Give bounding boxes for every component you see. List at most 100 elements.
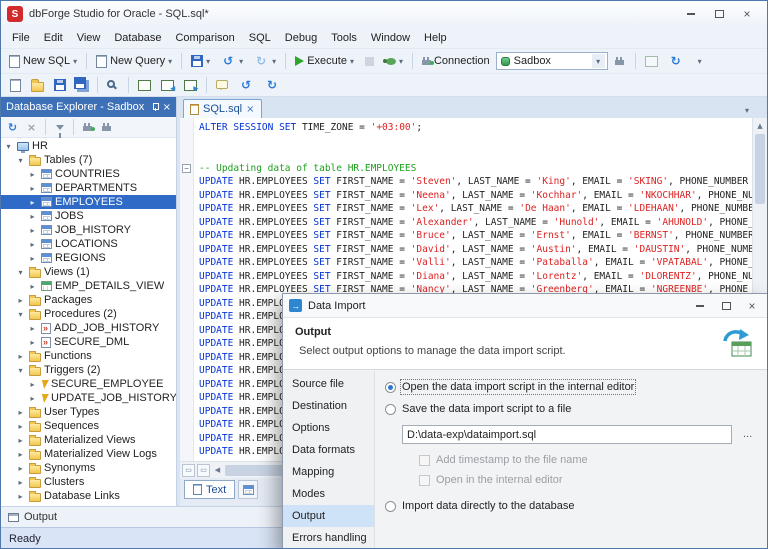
save-all-button[interactable]	[72, 75, 92, 95]
expand-icon[interactable]: ▸	[27, 240, 38, 249]
filter-button[interactable]	[51, 119, 68, 138]
collapse-icon[interactable]: ▾	[15, 310, 26, 319]
tree-node-triggers-2[interactable]: ▾ Triggers (2)	[1, 363, 176, 377]
dialog-nav-data-formats[interactable]: Data formats	[283, 439, 374, 461]
menu-window[interactable]: Window	[364, 29, 417, 47]
tree-node-database-links[interactable]: ▸ Database Links	[1, 489, 176, 503]
menu-view[interactable]: View	[70, 29, 108, 47]
expand-icon[interactable]: ▸	[15, 478, 26, 487]
connection-combobox[interactable]: Sadbox ▾	[495, 52, 608, 70]
expand-icon[interactable]: ▸	[27, 394, 38, 403]
connect-button[interactable]	[79, 119, 96, 136]
radio-save-to-file[interactable]: Save the data import script to a file	[385, 403, 758, 415]
view-switcher-tab[interactable]	[238, 480, 259, 499]
radio-icon[interactable]	[385, 403, 396, 415]
tab-sql-sql[interactable]: SQL.sql ×	[183, 99, 262, 118]
tree-node-user-types[interactable]: ▸ User Types	[1, 405, 176, 419]
dialog-nav-source-file[interactable]: Source file	[283, 373, 374, 395]
tree-node-regions[interactable]: ▸ REGIONS	[1, 251, 176, 265]
new-table-button[interactable]	[134, 75, 155, 95]
pin-icon[interactable]	[151, 103, 159, 111]
edit-connection-button[interactable]	[610, 51, 630, 71]
expand-icon[interactable]: ▸	[15, 296, 26, 305]
dialog-nav-errors-handling[interactable]: Errors handling	[283, 527, 374, 548]
checkbox-icon[interactable]	[419, 474, 430, 486]
file-path-input[interactable]	[402, 425, 732, 444]
dialog-nav-options[interactable]: Options	[283, 417, 374, 439]
tree-node-tables-7[interactable]: ▾ Tables (7)	[1, 153, 176, 167]
expand-icon[interactable]: ▸	[27, 184, 38, 193]
redo-button[interactable]: ↻ ▾	[249, 51, 280, 71]
save-button[interactable]	[50, 75, 70, 95]
redo-button[interactable]: ↻	[260, 75, 284, 95]
refresh-button[interactable]: ↻	[664, 51, 688, 71]
radio-import-directly[interactable]: Import data directly to the database	[385, 500, 758, 512]
tree-node-hr[interactable]: ▾ HR	[1, 139, 176, 153]
menu-help[interactable]: Help	[417, 29, 454, 47]
refresh-button[interactable]: ↻	[4, 119, 21, 136]
disconnect-button[interactable]	[98, 119, 115, 136]
find-button[interactable]	[103, 75, 123, 95]
tree-node-clusters[interactable]: ▸ Clusters	[1, 475, 176, 489]
split-view-button[interactable]: ▭	[182, 463, 195, 477]
dialog-nav-destination[interactable]: Destination	[283, 395, 374, 417]
expand-icon[interactable]: ▸	[27, 282, 38, 291]
collapse-icon[interactable]: ▾	[3, 142, 14, 151]
tab-close-icon[interactable]: ×	[246, 104, 254, 115]
new-file-button[interactable]	[5, 75, 25, 95]
scroll-left-icon[interactable]: ◀	[210, 466, 225, 474]
browse-button[interactable]: ...	[736, 425, 758, 444]
menu-debug[interactable]: Debug	[278, 29, 324, 47]
expand-icon[interactable]: ▸	[27, 226, 38, 235]
expand-icon[interactable]: ▸	[15, 408, 26, 417]
close-button[interactable]: ×	[733, 5, 761, 23]
expand-icon[interactable]: ▸	[15, 436, 26, 445]
tree-node-sequences[interactable]: ▸ Sequences	[1, 419, 176, 433]
tree-node-add-job-history[interactable]: ▸ ADD_JOB_HISTORY	[1, 321, 176, 335]
panel-close-icon[interactable]: ×	[163, 102, 171, 113]
menu-comparison[interactable]: Comparison	[168, 29, 241, 47]
undo-button[interactable]: ↺	[234, 75, 258, 95]
expand-icon[interactable]: ▸	[15, 422, 26, 431]
combo-dropdown-icon[interactable]: ▾	[591, 54, 605, 68]
checkbox-icon[interactable]	[419, 454, 430, 466]
text-view-tab[interactable]: Text	[184, 480, 236, 499]
expand-icon[interactable]: ▸	[27, 254, 38, 263]
expand-icon[interactable]: ▸	[27, 212, 38, 221]
fold-collapse-icon[interactable]: −	[182, 163, 191, 173]
expand-icon[interactable]: ▸	[15, 464, 26, 473]
comment-button[interactable]	[212, 75, 232, 95]
tree-node-materialized-views[interactable]: ▸ Materialized Views	[1, 433, 176, 447]
execute-button[interactable]: Execute ▾	[291, 51, 358, 71]
properties-button[interactable]	[641, 51, 662, 71]
tree-node-synonyms[interactable]: ▸ Synonyms	[1, 461, 176, 475]
checkbox-add-timestamp[interactable]: Add timestamp to the file name	[419, 454, 758, 466]
menu-edit[interactable]: Edit	[37, 29, 70, 47]
debug-button[interactable]: ▾	[382, 51, 407, 71]
data-export-button[interactable]	[180, 75, 201, 95]
tab-list-chevron-icon[interactable]: ▾	[745, 106, 749, 115]
tree-node-update-job-history[interactable]: ▸ UPDATE_JOB_HISTORY	[1, 391, 176, 405]
dialog-minimize-button[interactable]	[690, 297, 710, 315]
expand-icon[interactable]: ▸	[15, 492, 26, 501]
menu-file[interactable]: File	[5, 29, 37, 47]
tree-node-procedures-2[interactable]: ▾ Procedures (2)	[1, 307, 176, 321]
expand-icon[interactable]: ▸	[27, 380, 38, 389]
open-file-button[interactable]	[27, 75, 48, 95]
menu-sql[interactable]: SQL	[242, 29, 278, 47]
maximize-button[interactable]	[705, 5, 733, 23]
save-button[interactable]: ▾	[187, 51, 214, 71]
stop-execution-button[interactable]	[360, 51, 380, 71]
undo-button[interactable]: ↺ ▾	[216, 51, 247, 71]
tree-node-secure-dml[interactable]: ▸ SECURE_DML	[1, 335, 176, 349]
expand-icon[interactable]: ▸	[15, 450, 26, 459]
tree-node-job-history[interactable]: ▸ JOB_HISTORY	[1, 223, 176, 237]
expand-icon[interactable]: ▸	[15, 352, 26, 361]
expand-icon[interactable]: ▸	[27, 338, 38, 347]
radio-selected-icon[interactable]	[385, 381, 396, 393]
dialog-nav-output[interactable]: Output	[283, 505, 374, 527]
tree-node-departments[interactable]: ▸ DEPARTMENTS	[1, 181, 176, 195]
dialog-nav-mapping[interactable]: Mapping	[283, 461, 374, 483]
collapse-icon[interactable]: ▾	[15, 156, 26, 165]
stop-refresh-button[interactable]: ×	[23, 119, 40, 136]
